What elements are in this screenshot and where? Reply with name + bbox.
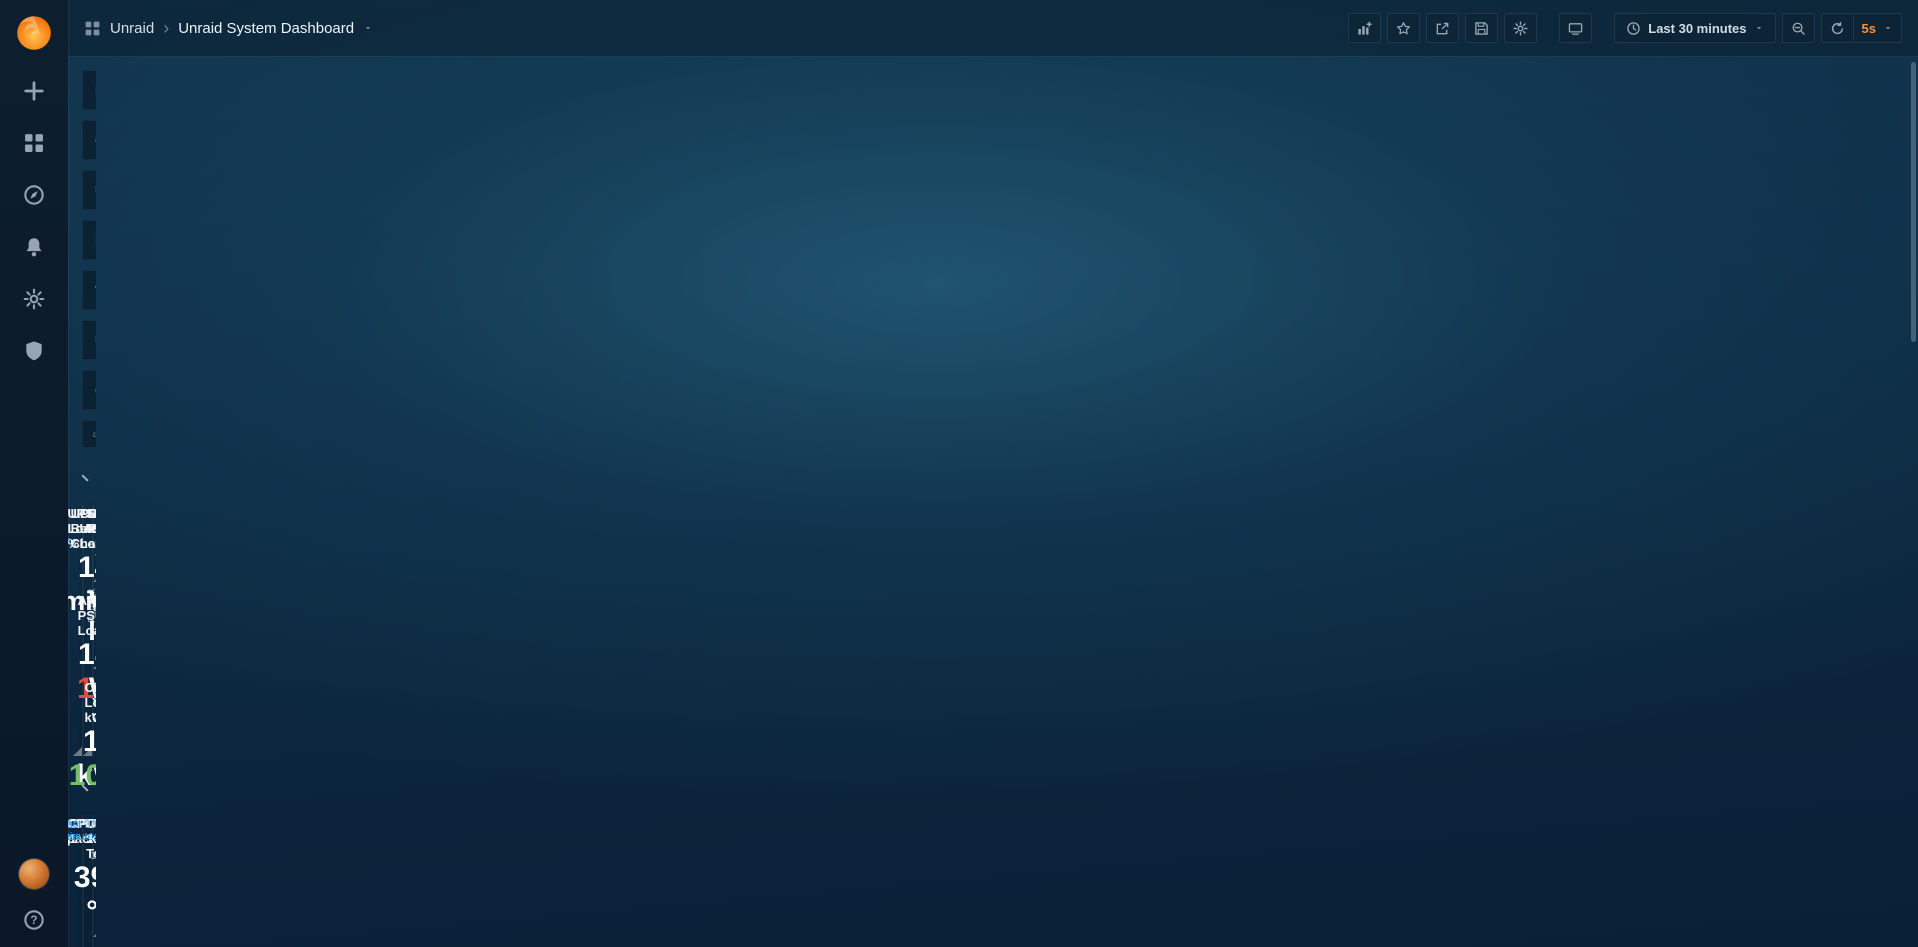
configuration-gear-icon[interactable] bbox=[23, 288, 45, 310]
variable-label: host bbox=[83, 233, 96, 248]
refresh-button-group: 5s bbox=[1821, 13, 1902, 43]
create-icon[interactable] bbox=[23, 80, 45, 102]
dashboard-content: kWh Price 0.65 Currency kr UPS Max Outpu… bbox=[68, 56, 96, 947]
time-range-label: Last 30 minutes bbox=[1648, 21, 1746, 36]
variable-label: Telegraf Datasource bbox=[83, 283, 96, 298]
time-range-override[interactable]: Last 30 minutes bbox=[68, 819, 96, 843]
page-scrollbar[interactable] bbox=[1911, 62, 1916, 342]
zoom-out-icon bbox=[1791, 21, 1806, 36]
variable-cpu-threads: CPU Threads bbox=[82, 370, 96, 410]
variable-ups-datasource: UPS Datasource apcupsd-container bbox=[82, 320, 96, 360]
refresh-button[interactable] bbox=[1821, 13, 1853, 43]
monitor-icon bbox=[1568, 21, 1583, 36]
explore-compass-icon[interactable] bbox=[23, 184, 45, 206]
navbar-actions: Last 30 minutes 5s bbox=[1348, 13, 1902, 43]
sidebar-nav bbox=[23, 80, 45, 362]
chevron-down-icon bbox=[1883, 23, 1893, 33]
breadcrumb-app[interactable]: Unraid bbox=[110, 20, 154, 37]
external-link-icon bbox=[93, 428, 96, 441]
apps-grid-icon bbox=[84, 20, 101, 37]
variable-telegraf-datasource: Telegraf Datasource Telegraf bbox=[82, 270, 96, 310]
variable-currency: Currency kr bbox=[82, 120, 96, 160]
add-panel-icon bbox=[1357, 21, 1372, 36]
refresh-interval-label: 5s bbox=[1862, 21, 1876, 36]
refresh-icon bbox=[1830, 21, 1845, 36]
add-panel-button[interactable] bbox=[1348, 13, 1381, 43]
link-grafana-plex-theme[interactable]: Grafana Plex Theme bbox=[82, 420, 96, 448]
server-admin-shield-icon[interactable] bbox=[23, 340, 45, 362]
dashboard-settings-button[interactable] bbox=[1504, 13, 1537, 43]
variable-label: UPS Datasource bbox=[83, 333, 96, 348]
breadcrumb: Unraid › Unraid System Dashboard bbox=[84, 19, 373, 37]
alerting-bell-icon[interactable] bbox=[23, 236, 45, 258]
star-icon bbox=[1396, 21, 1411, 36]
save-dashboard-button[interactable] bbox=[1465, 13, 1498, 43]
save-icon bbox=[1474, 21, 1489, 36]
navbar: Unraid › Unraid System Dashboard Last 30… bbox=[68, 0, 1918, 56]
help-icon[interactable] bbox=[23, 909, 45, 931]
dashboards-icon[interactable] bbox=[23, 132, 45, 154]
sidebar-bottom bbox=[19, 859, 49, 931]
variable-label: UPS Max Output Power Capacity (Watt) bbox=[83, 183, 96, 198]
variable-label: Currency bbox=[83, 133, 96, 148]
variable-label: CPU Threads bbox=[83, 383, 96, 398]
breadcrumb-dashboard-title[interactable]: Unraid System Dashboard bbox=[178, 20, 354, 37]
main-area: Unraid › Unraid System Dashboard Last 30… bbox=[68, 0, 1918, 947]
sidebar bbox=[0, 0, 68, 947]
variable-label: kWh Price bbox=[83, 83, 96, 98]
share-dashboard-button[interactable] bbox=[1426, 13, 1459, 43]
refresh-interval-picker[interactable]: 5s bbox=[1853, 13, 1902, 43]
clock-icon bbox=[1626, 21, 1641, 36]
chevron-down-icon[interactable] bbox=[363, 23, 373, 33]
breadcrumb-separator: › bbox=[163, 19, 169, 37]
tv-mode-button[interactable] bbox=[1559, 13, 1592, 43]
user-avatar[interactable] bbox=[19, 859, 49, 889]
grafana-logo[interactable] bbox=[13, 12, 55, 54]
variable-ups-max-output: UPS Max Output Power Capacity (Watt) 865 bbox=[82, 170, 96, 210]
star-dashboard-button[interactable] bbox=[1387, 13, 1420, 43]
grafana-app: Unraid › Unraid System Dashboard Last 30… bbox=[0, 0, 1918, 947]
zoom-out-time-button[interactable] bbox=[1782, 13, 1815, 43]
chevron-down-icon bbox=[1754, 23, 1764, 33]
gear-icon bbox=[1513, 21, 1528, 36]
variable-host: host Nostromo bbox=[82, 220, 96, 260]
chevron-down-icon bbox=[81, 474, 88, 481]
variable-kwh-price: kWh Price 0.65 bbox=[82, 70, 96, 110]
time-range-picker[interactable]: Last 30 minutes bbox=[1614, 13, 1775, 43]
share-icon bbox=[1435, 21, 1450, 36]
